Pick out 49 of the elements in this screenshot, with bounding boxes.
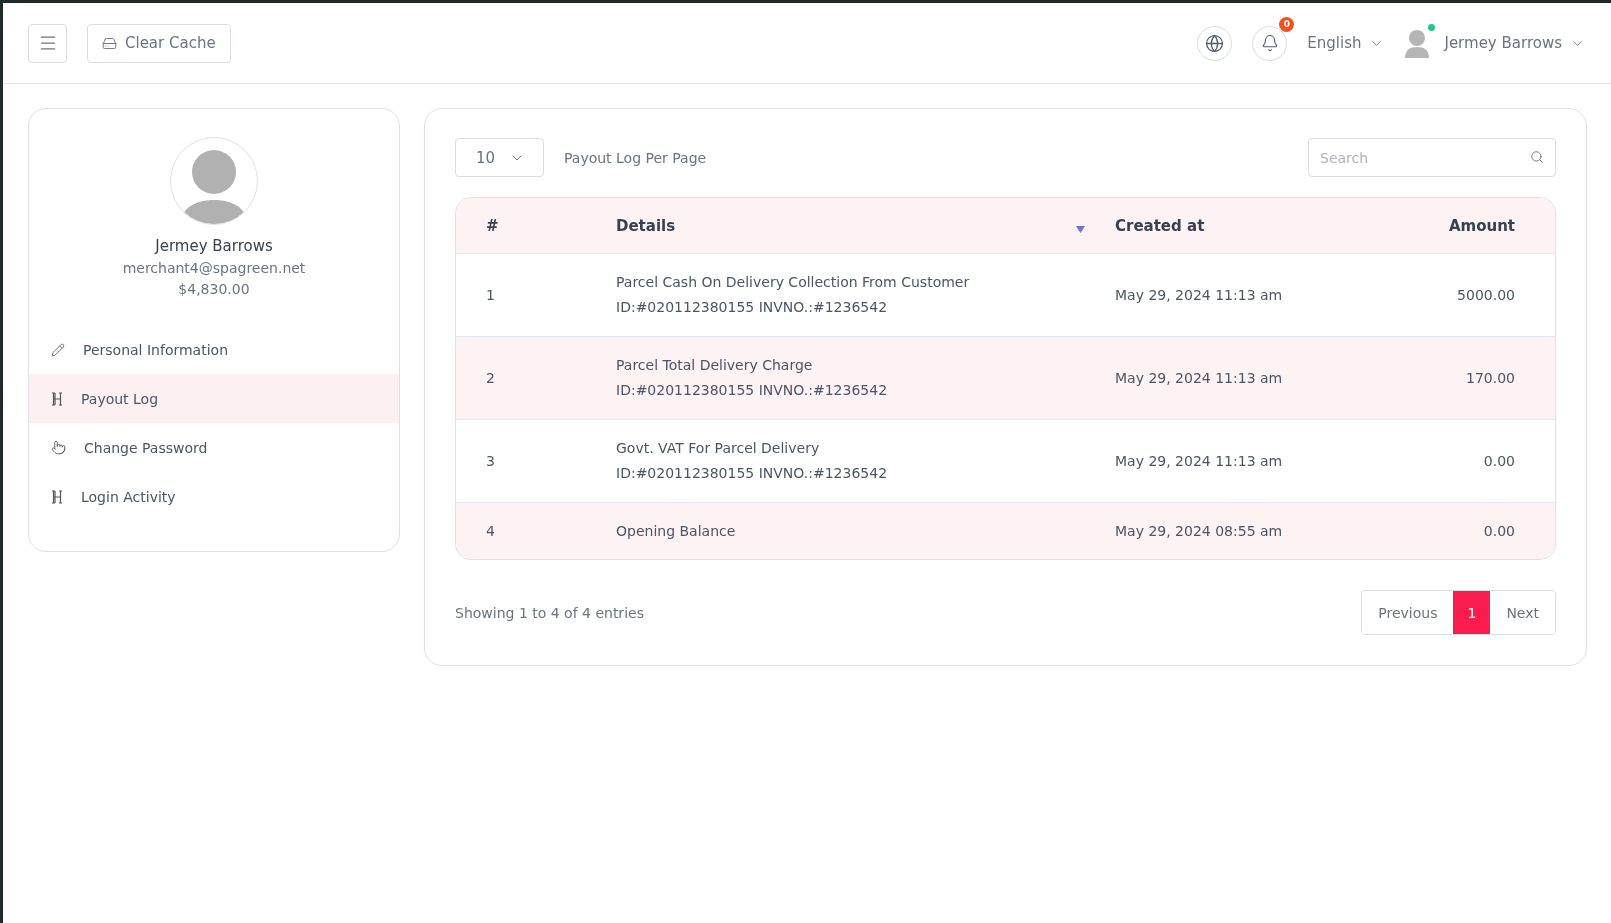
column-header: Details: [616, 216, 676, 235]
column-header: Created at: [1115, 216, 1206, 235]
table-cell-text: Parcel Cash On Delivery Collection From Customer ID:#020112380155 INVNO.:#1236542: [616, 273, 971, 317]
table-cell-text: 4: [486, 521, 496, 541]
table-cell-text: May 29, 2024 11:13 am: [1115, 285, 1284, 305]
profile-avatar-icon: [170, 137, 258, 225]
letter-h-icon: [51, 489, 63, 504]
language-dropdown[interactable]: English: [1307, 34, 1385, 52]
table-cell-text: May 29, 2024 08:55 am: [1115, 521, 1284, 541]
sidebar-item[interactable]: Change Password: [29, 423, 399, 472]
search-icon: [1530, 150, 1544, 164]
table-cell-text: Parcel Total Delivery Charge ID:#020112380155 INVNO.:#1236542: [616, 356, 889, 400]
table-cell-text: 170.00: [1465, 368, 1515, 388]
pencil-icon: [51, 342, 65, 357]
notification-badge: 0: [1279, 16, 1295, 32]
column-header: Amount: [1447, 216, 1515, 235]
sidebar-item[interactable]: Personal Information: [29, 325, 399, 374]
sidebar-item[interactable]: Payout Log: [29, 374, 399, 423]
profile-name: Jermey Barrows: [155, 237, 273, 255]
page-button[interactable]: 1: [1453, 591, 1491, 634]
table-cell-text: 2: [486, 368, 496, 388]
search-field[interactable]: Search: [1308, 138, 1556, 177]
per-page-label: Payout Log Per Page: [564, 149, 707, 166]
table-cell-text: May 29, 2024 11:13 am: [1115, 451, 1284, 471]
hand-pointer-icon: [51, 440, 66, 455]
table-cell-text: Govt. VAT For Parcel Delivery ID:#020112380155 INVNO.:#1236542: [616, 439, 889, 483]
user-dropdown[interactable]: Jermey Barrows: [1404, 28, 1585, 58]
menu-button[interactable]: [28, 23, 67, 63]
notification-button[interactable]: [1252, 25, 1288, 61]
profile-balance: $4,830.00: [178, 281, 250, 297]
globe-icon: [1205, 33, 1225, 53]
letter-h-icon: [51, 391, 63, 406]
profile-email: merchant4@spagreen.net: [122, 260, 306, 276]
globe-button[interactable]: [1197, 25, 1233, 61]
entries-summary: Showing 1 to 4 of 4 entries: [455, 604, 644, 621]
table-cell-text: 1: [486, 285, 496, 305]
table-cell-text: 0.00: [1482, 451, 1515, 471]
bell-icon: [1260, 34, 1279, 52]
table-cell-text: 0.00: [1482, 521, 1515, 541]
sidebar-item[interactable]: Login Activity: [29, 472, 399, 521]
table-cell-text: 3: [486, 451, 496, 471]
table-cell-text: 5000.00: [1456, 285, 1515, 305]
table-cell-text: May 29, 2024 11:13 am: [1115, 368, 1284, 388]
drive-icon: [102, 35, 117, 51]
table-cell-text: Opening Balance: [616, 521, 737, 541]
column-header: #: [486, 216, 500, 235]
clear-cache-button[interactable]: Clear Cache: [87, 23, 231, 63]
sort-arrow-icon[interactable]: [1076, 226, 1085, 233]
per-page-select[interactable]: 10: [455, 138, 544, 177]
